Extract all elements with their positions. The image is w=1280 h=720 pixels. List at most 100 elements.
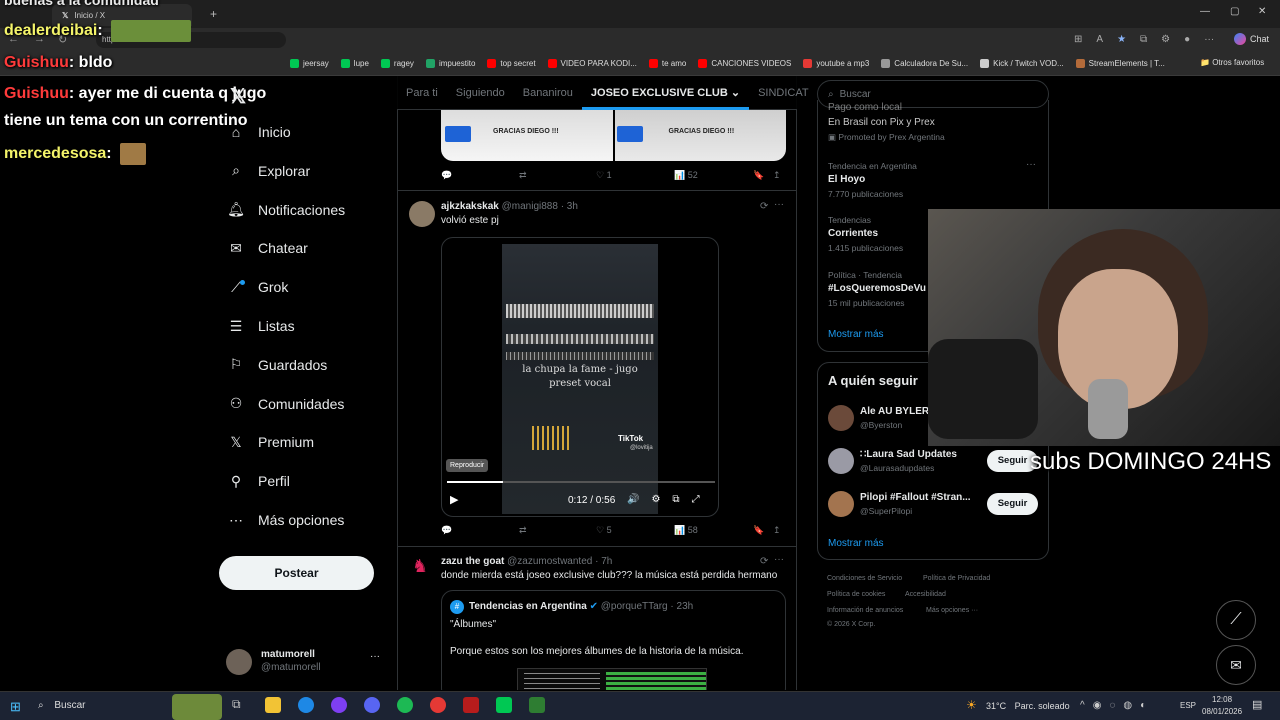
volume-icon[interactable]: ◐ (1140, 700, 1146, 711)
more-icon[interactable]: ··· (774, 554, 784, 565)
footer-link[interactable]: Política de Privacidad (923, 575, 990, 582)
account-more-icon[interactable]: ··· (370, 651, 380, 662)
start-icon[interactable]: ⊞ (10, 699, 21, 715)
split-icon[interactable]: ⚙ (1161, 34, 1170, 45)
tray-icon[interactable]: ◉ (1093, 700, 1102, 711)
trend-title[interactable]: #LosQueremosDeVu (828, 283, 926, 294)
notifications-icon[interactable]: ▤ (1252, 698, 1262, 711)
follow-name[interactable]: Pilopi #Fallout #Stran... (860, 492, 971, 503)
apps-icon[interactable]: ⊞ (1074, 34, 1082, 45)
read-aloud-icon[interactable]: A (1096, 34, 1103, 45)
bookmark-item[interactable]: VIDEO PARA KODI... (547, 59, 637, 68)
footer-link[interactable]: Condiciones de Servicio (827, 575, 902, 582)
file-explorer-icon[interactable] (265, 697, 281, 713)
sidebar-item-m-s-opciones[interactable]: ⋯ Más opciones (228, 512, 344, 529)
spotify-icon[interactable] (397, 697, 413, 713)
volume-icon[interactable]: 🔊 (627, 494, 639, 505)
post-time[interactable]: · 3h (561, 201, 578, 212)
task-view-icon[interactable]: ⧉ (232, 697, 248, 713)
video-progress-track[interactable] (447, 481, 715, 483)
tab-bananirou[interactable]: Bananirou (514, 76, 582, 110)
sidebar-item-premium[interactable]: 𝕏 Premium (228, 434, 314, 451)
show-more-link[interactable]: Mostrar más (828, 329, 884, 340)
pip-icon[interactable]: ⧉ (672, 494, 679, 505)
new-tab-button[interactable]: + (210, 7, 217, 21)
chevron-up-icon[interactable]: ^ (1080, 700, 1085, 711)
sidebar-item-guardados[interactable]: ⚐ Guardados (228, 356, 328, 373)
settings-icon[interactable]: ⚙ (651, 494, 660, 505)
account-switcher[interactable]: matumorell @matumorell ··· (226, 647, 386, 677)
post-media[interactable]: GRACIAS DIEGO !!! GRACIAS DIEGO !!! (441, 110, 786, 161)
avatar[interactable] (409, 201, 435, 227)
views-icon[interactable]: 📊 58 (674, 525, 698, 536)
weather-widget[interactable]: 31°C Parc. soleado (986, 701, 1070, 711)
bookmark-item[interactable]: Kick / Twitch VOD... (980, 59, 1064, 68)
sidebar-item-perfil[interactable]: ⚲ Perfil (228, 473, 290, 490)
minimize-icon[interactable]: — (1200, 6, 1210, 17)
author-handle[interactable]: @zazumostwanted (507, 556, 592, 567)
maximize-icon[interactable]: ▢ (1230, 6, 1239, 17)
sidebar-item-comunidades[interactable]: ⚇ Comunidades (228, 395, 345, 412)
sidebar-item-notificaciones[interactable]: 🔔︎ Notificaciones (227, 201, 345, 218)
avatar[interactable] (828, 491, 854, 517)
extensions-icon[interactable]: ⧉ (1140, 34, 1147, 45)
other-favorites[interactable]: 📁 Otros favoritos (1200, 58, 1264, 67)
sidebar-item-explorar[interactable]: ⌕ Explorar (228, 162, 310, 179)
follow-name[interactable]: Ale AU BYLER (860, 406, 929, 417)
bookmark-item[interactable]: top secret (487, 59, 536, 68)
app-icon[interactable] (331, 697, 347, 713)
quoted-post[interactable]: # Tendencias en Argentina ✔ @porqueTTarg… (441, 590, 786, 690)
footer-link[interactable]: Política de cookies (827, 591, 885, 598)
share-icon[interactable]: ↥ (773, 525, 781, 536)
footer-link[interactable]: Accesibilidad (905, 591, 946, 598)
profile-icon[interactable]: ● (1184, 34, 1190, 45)
sidebar-item-listas[interactable]: ☰ Listas (228, 318, 295, 335)
bookmark-item[interactable]: te amo (648, 59, 686, 68)
messages-icon[interactable]: ✉ (1216, 645, 1256, 685)
follow-name[interactable]: ∷Laura Sad Updates (860, 449, 957, 460)
footer-link[interactable]: Más opciones ··· (926, 607, 978, 614)
x-logo-icon[interactable]: 𝕏 (230, 84, 246, 109)
sidebar-item-grok[interactable]: ⟋ Grok (228, 279, 288, 296)
like-icon[interactable]: ♡ 5 (596, 525, 612, 536)
avatar[interactable] (828, 405, 854, 431)
minecraft-icon[interactable] (529, 697, 545, 713)
bookmark-icon[interactable]: 🔖 (753, 525, 764, 536)
grok-icon[interactable]: ⟳ (760, 201, 768, 212)
repost-icon[interactable]: ⇄ (519, 525, 527, 536)
wifi-icon[interactable]: ◌ (1109, 700, 1115, 711)
bookmark-item[interactable]: jeersay (290, 59, 329, 68)
star-icon[interactable]: ★ (1117, 34, 1126, 45)
sidebar-item-inicio[interactable]: ⌂ Inicio (228, 124, 291, 140)
promo-sub[interactable]: En Brasil con Pix y Prex (828, 117, 935, 128)
promo-title[interactable]: Pago como local (828, 102, 902, 113)
app-icon[interactable] (463, 697, 479, 713)
video-player[interactable]: la chupa la fame - jugo preset vocal Tik… (441, 237, 719, 517)
fullscreen-icon[interactable]: ⤢ (692, 494, 700, 505)
like-icon[interactable]: ♡ 1 (596, 170, 612, 181)
language-indicator[interactable]: ESP (1180, 701, 1196, 710)
reply-icon[interactable]: 💬 (441, 170, 452, 181)
avatar[interactable] (828, 448, 854, 474)
trend-more-icon[interactable]: ··· (1026, 159, 1036, 170)
reply-icon[interactable]: 💬 (441, 525, 452, 536)
edge-icon[interactable] (298, 697, 314, 713)
chevron-down-icon[interactable]: ⌄ (728, 87, 740, 99)
author-handle[interactable]: @manigi888 (502, 201, 558, 212)
weather-icon[interactable]: ☀ (966, 698, 977, 712)
bookmark-item[interactable]: CANCIONES VIDEOS (698, 59, 791, 68)
more-icon[interactable]: ··· (774, 199, 784, 210)
sidebar-item-chatear[interactable]: ✉ Chatear (228, 240, 308, 257)
repost-icon[interactable]: ⇄ (519, 170, 527, 181)
bookmark-item[interactable]: StreamElements | T... (1075, 59, 1165, 68)
bookmark-item[interactable]: ragey (380, 59, 414, 68)
tray-icon[interactable]: ◍ (1123, 700, 1132, 711)
bookmark-item[interactable]: Calculadora De Su... (881, 59, 968, 68)
clock-time[interactable]: 12:08 (1212, 695, 1232, 704)
tab-siguiendo[interactable]: Siguiendo (447, 76, 514, 110)
post-time[interactable]: · 7h (595, 556, 612, 567)
close-icon[interactable]: ✕ (1258, 6, 1266, 17)
discord-icon[interactable] (364, 697, 380, 713)
show-more-link[interactable]: Mostrar más (828, 538, 884, 549)
tab-para-ti[interactable]: Para ti (397, 76, 447, 110)
